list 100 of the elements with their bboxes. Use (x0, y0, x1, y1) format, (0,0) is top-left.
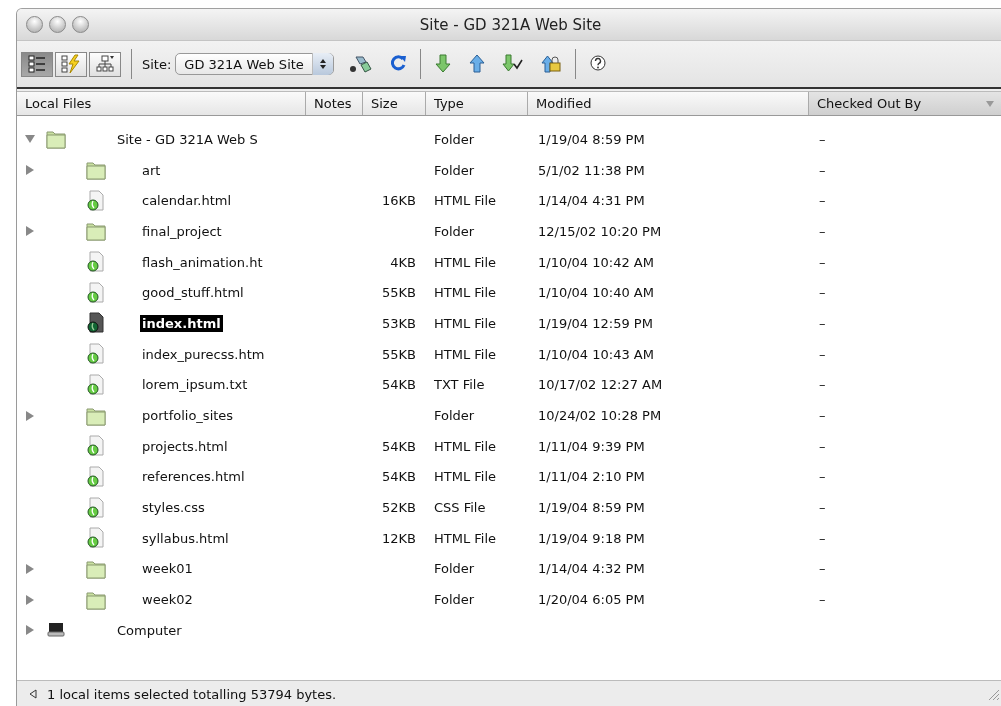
collapsed-triangle-icon[interactable] (25, 594, 35, 605)
checked-out-by-text: – (819, 561, 826, 577)
file-name[interactable]: references.html (140, 468, 247, 486)
checked-out-by-text: – (819, 408, 826, 424)
column-header[interactable]: Checked Out By (809, 92, 1001, 115)
checked-out-by-text: – (819, 438, 826, 454)
file-name[interactable]: Computer (115, 621, 184, 639)
down-arrow-icon[interactable] (433, 53, 452, 75)
type-text: HTML File (434, 438, 497, 454)
type-text: HTML File (434, 346, 497, 362)
type-text: Folder (434, 592, 475, 608)
column-header[interactable]: Notes (306, 92, 363, 115)
type-text: CSS File (434, 500, 486, 516)
folder-icon (85, 159, 107, 182)
modified-date: 1/19/04 8:59 PM (538, 131, 645, 147)
modified-date: 1/20/04 6:05 PM (538, 592, 645, 608)
up-arrow-lock-icon[interactable] (539, 53, 562, 75)
checked-out-by-text: – (819, 162, 826, 178)
type-text: HTML File (434, 530, 497, 546)
checked-out-by-text: – (819, 254, 826, 270)
checked-out-by-text: – (819, 131, 826, 147)
minimize-button[interactable] (49, 16, 66, 33)
type-text: HTML File (434, 469, 497, 485)
file-name[interactable]: flash_animation.ht (140, 253, 265, 271)
type-text: Folder (434, 131, 475, 147)
file-icon (85, 189, 107, 212)
file-name[interactable]: lorem_ipsum.txt (140, 376, 250, 394)
file-name[interactable]: index_purecss.htm (140, 345, 267, 363)
type-text: Folder (434, 561, 475, 577)
modified-date: 12/15/02 10:20 PM (538, 223, 662, 239)
modified-date: 5/1/02 11:38 PM (538, 162, 645, 178)
size-text: 52KB (382, 500, 416, 516)
collapsed-triangle-icon[interactable] (25, 563, 35, 574)
file-name[interactable]: Site - GD 321A Web S (115, 130, 260, 148)
file-icon (85, 496, 107, 519)
file-icon (85, 343, 107, 366)
file-icon (85, 373, 107, 396)
size-text: 55KB (382, 346, 416, 362)
size-text: 54KB (382, 377, 416, 393)
modified-date: 1/14/04 4:31 PM (538, 193, 645, 209)
file-icon (85, 312, 107, 335)
collapse-icon[interactable] (29, 689, 37, 699)
close-button[interactable] (26, 16, 43, 33)
collapsed-triangle-icon[interactable] (25, 165, 35, 176)
lightning-icon (61, 54, 81, 74)
modified-date: 1/11/04 2:10 PM (538, 469, 645, 485)
size-text: 54KB (382, 438, 416, 454)
zoom-button[interactable] (72, 16, 89, 33)
modified-date: 1/14/04 4:32 PM (538, 561, 645, 577)
modified-date: 1/19/04 9:18 PM (538, 530, 645, 546)
checked-out-by-text: – (819, 377, 826, 393)
site-label: Site: (142, 56, 172, 72)
resize-grip-icon[interactable] (986, 687, 1000, 701)
up-arrow-icon[interactable] (467, 53, 486, 75)
modified-date: 1/19/04 8:59 PM (538, 500, 645, 516)
sort-arrow-icon (986, 100, 994, 107)
modified-date: 1/11/04 9:39 PM (538, 438, 645, 454)
file-name[interactable]: art (140, 161, 163, 179)
size-text: 54KB (382, 469, 416, 485)
file-name[interactable]: styles.css (140, 499, 207, 517)
type-text: HTML File (434, 254, 497, 270)
column-header[interactable]: Size (363, 92, 426, 115)
collapsed-triangle-icon[interactable] (25, 226, 35, 237)
file-name[interactable]: final_project (140, 222, 224, 240)
collapsed-triangle-icon[interactable] (25, 410, 35, 421)
view-button[interactable] (21, 51, 53, 77)
collapsed-triangle-icon[interactable] (25, 625, 35, 636)
site-select[interactable]: GD 321A Web Site (175, 53, 334, 75)
checked-out-by-text: – (819, 346, 826, 362)
file-icon (85, 251, 107, 274)
size-text: 55KB (382, 285, 416, 301)
checked-out-by-text: – (819, 223, 826, 239)
checked-out-by-text: – (819, 500, 826, 516)
file-name[interactable]: week01 (140, 560, 195, 578)
size-text: 53KB (382, 315, 416, 331)
file-name[interactable]: portfolio_sites (140, 407, 236, 425)
status-text: 1 local items selected totalling 53794 bytes. (47, 686, 337, 702)
checked-out-by-text: – (819, 469, 826, 485)
files-view-icon (27, 54, 47, 74)
modified-date: 1/10/04 10:42 AM (538, 254, 654, 270)
file-name[interactable]: index.html (140, 314, 223, 332)
file-icon (85, 465, 107, 488)
checked-out-by-text: – (819, 315, 826, 331)
updown-icon (318, 58, 327, 70)
type-text: Folder (434, 408, 475, 424)
file-name[interactable]: syllabus.html (140, 529, 231, 547)
checked-out-by-text: – (819, 530, 826, 546)
modified-date: 10/17/02 12:27 AM (538, 377, 663, 393)
file-name[interactable]: good_stuff.html (140, 284, 246, 302)
column-header[interactable]: Local Files (17, 92, 306, 115)
column-header[interactable]: Type (426, 92, 528, 115)
view-button[interactable] (89, 51, 121, 77)
folder-icon (45, 128, 67, 151)
file-name[interactable]: calendar.html (140, 192, 234, 210)
file-name[interactable]: week02 (140, 591, 195, 609)
site-map-icon (95, 54, 115, 74)
file-name[interactable]: projects.html (140, 437, 230, 455)
file-icon (85, 527, 107, 550)
type-text: HTML File (434, 285, 497, 301)
expanded-triangle-icon[interactable] (25, 134, 35, 145)
